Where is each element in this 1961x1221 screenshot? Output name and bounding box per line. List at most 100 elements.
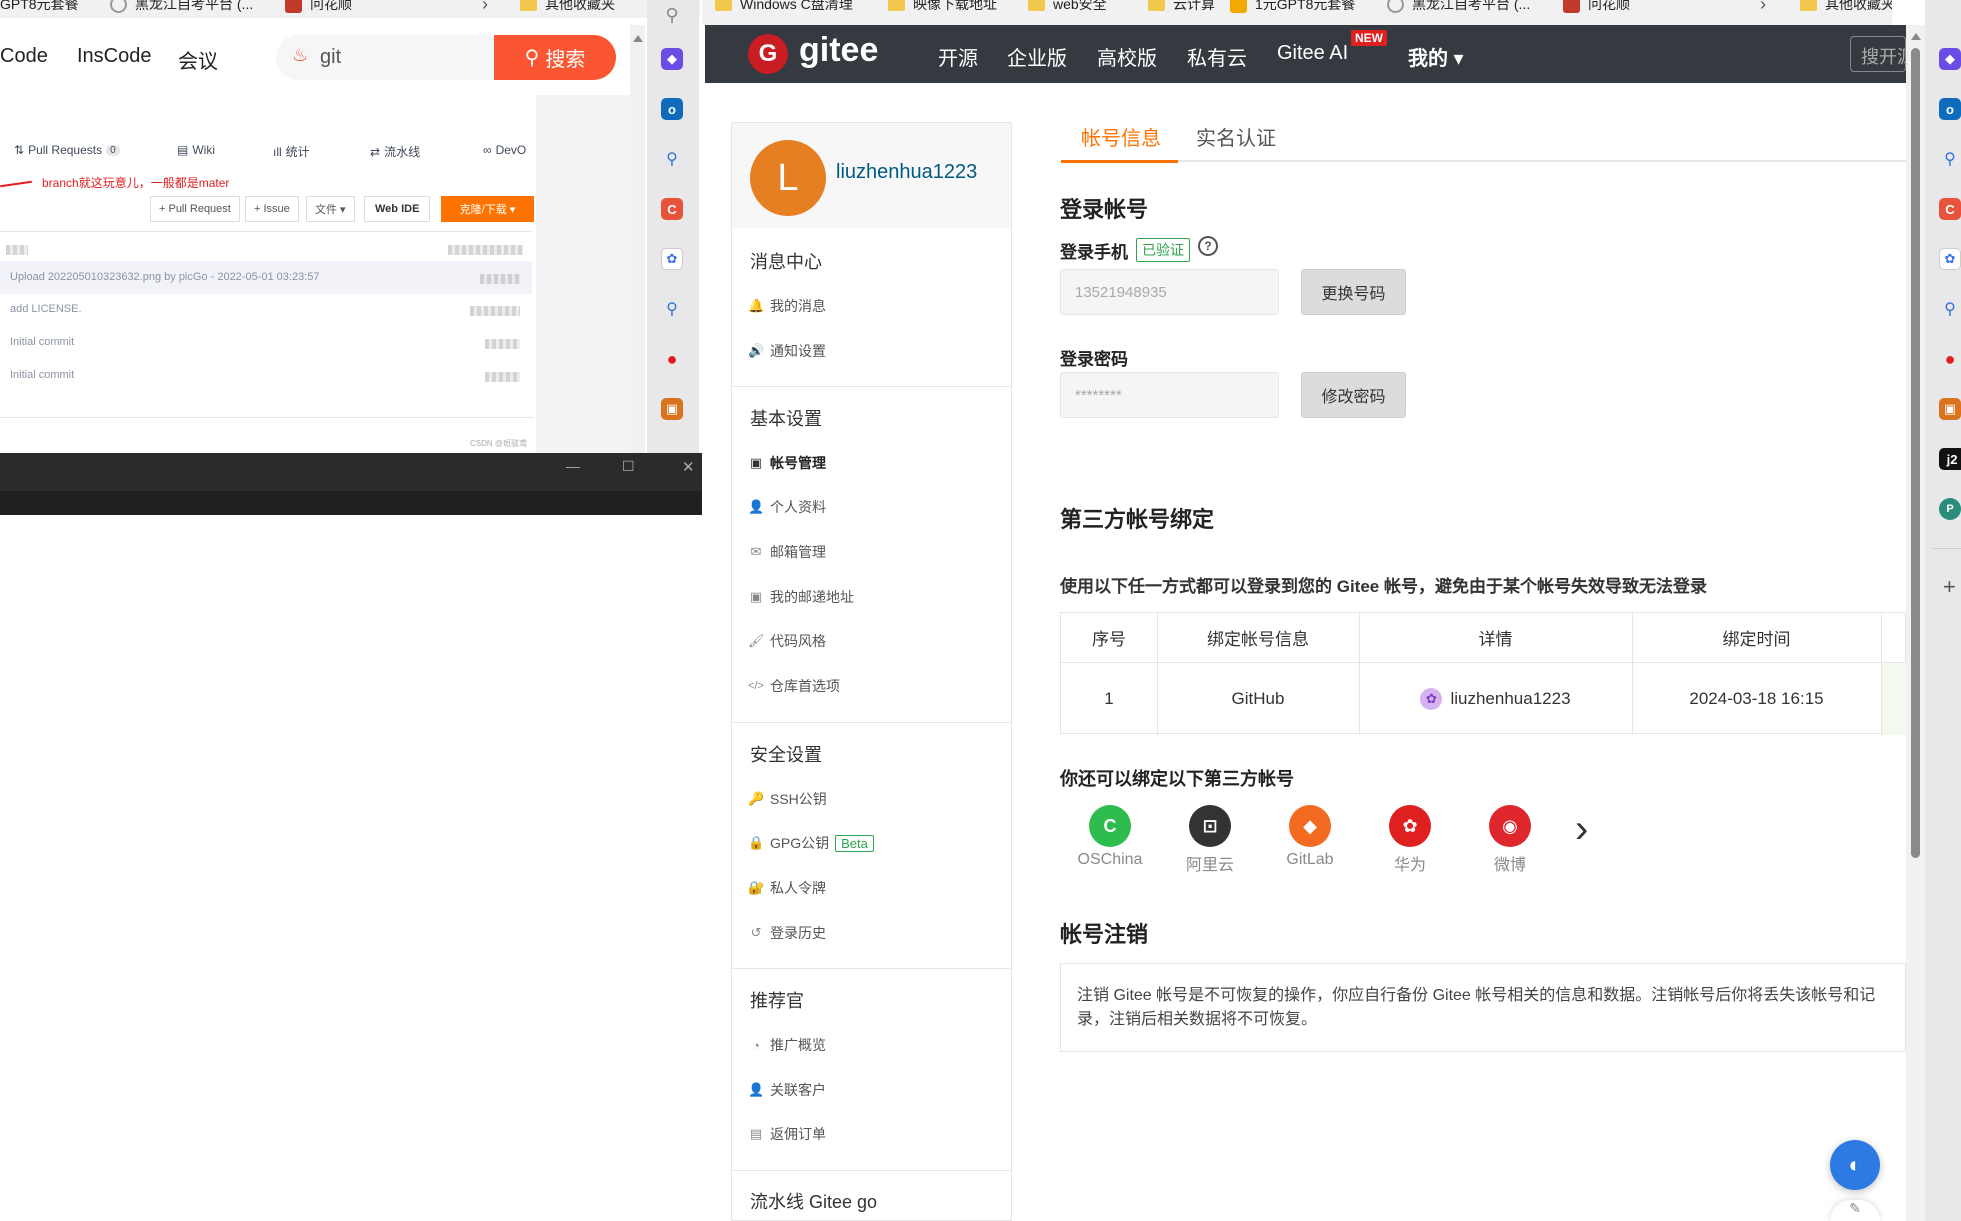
tab-real-name[interactable]: 实名认证 (1196, 122, 1276, 151)
commit-message[interactable]: Upload 202205010323632.png by picGo - 20… (10, 271, 319, 283)
bookmark-item[interactable]: 黑龙江自考平台 (... (1387, 0, 1530, 14)
sidebar-item-repo-prefs[interactable]: </> 仓库首选项 (748, 676, 840, 696)
web-ide-button[interactable]: Web IDE (364, 196, 431, 222)
commit-message[interactable]: Initial commit (10, 336, 74, 348)
outlook-icon[interactable]: o (661, 98, 683, 120)
change-phone-button[interactable]: 更换号码 (1301, 269, 1406, 315)
chat-help-icon[interactable]: ◐ (1830, 1140, 1880, 1190)
provider-aliyun[interactable]: ⊡ 阿里云 (1170, 805, 1250, 875)
bookmark-item[interactable]: 映像下载地址 (888, 0, 997, 14)
sidebar-item-code-style[interactable]: 🖌 代码风格 (748, 631, 826, 651)
file-dropdown[interactable]: 文件 ▾ (306, 196, 355, 222)
copilot-icon[interactable]: ◆ (1939, 48, 1961, 70)
sidebar-item-profile[interactable]: 👤 个人资料 (748, 497, 826, 517)
bookmark-item[interactable]: 其他收藏夹 (520, 0, 615, 14)
app-icon[interactable]: ▣ (1939, 398, 1961, 420)
nav-gitee-ai[interactable]: Gitee AI (1277, 42, 1348, 65)
commit-message[interactable]: Initial commit (10, 369, 74, 381)
new-pr-button[interactable]: + Pull Request (150, 196, 240, 222)
csdn-icon[interactable]: C (661, 198, 683, 220)
change-password-button[interactable]: 修改密码 (1301, 372, 1406, 418)
bookmark-item[interactable]: GPT8元套餐 (0, 0, 79, 14)
bookmark-item[interactable]: Windows C盘清理 (715, 0, 853, 14)
gitee-logo-text[interactable]: gitee (799, 31, 878, 70)
tab-devops[interactable]: ∞ DevO (483, 143, 526, 157)
sidebar-item-my-messages[interactable]: 🔔 我的消息 (748, 296, 826, 316)
nav-open-source[interactable]: 开源 (938, 42, 978, 71)
provider-gitlab[interactable]: ◆ GitLab (1270, 805, 1350, 869)
sidebar-item-promo-overview[interactable]: ◔ 推广概览 (748, 1035, 826, 1055)
bookmark-item[interactable]: 黑龙江自考平台 (... (110, 0, 253, 14)
nav-code[interactable]: Code (0, 45, 48, 68)
chevron-right-icon[interactable]: › (1760, 0, 1766, 15)
bookmark-item[interactable]: 其他收藏夹 (1800, 0, 1892, 14)
page-scrollbar[interactable] (1906, 25, 1925, 1221)
bookmark-item[interactable]: 问花顺 (1563, 0, 1630, 14)
copilot-icon[interactable]: ◆ (661, 48, 683, 70)
octopus-icon[interactable]: ● (1939, 348, 1961, 370)
tab-pull-requests[interactable]: ⇅ Pull Requests 0 (14, 143, 120, 157)
tool-icon[interactable]: ✿ (1939, 248, 1961, 270)
nav-mine-dropdown[interactable]: 我的 ▾ (1408, 42, 1464, 71)
nav-meeting[interactable]: 会议 (178, 45, 218, 74)
tab-stats[interactable]: ıll 统计 (273, 143, 310, 160)
tab-wiki[interactable]: ▤ Wiki (177, 143, 215, 157)
chevron-right-icon[interactable]: › (482, 0, 488, 15)
sidebar-item-login-history[interactable]: ↺ 登录历史 (748, 923, 826, 943)
table-cell-detail[interactable]: ✿ liuzhenhua1223 (1359, 663, 1632, 735)
clone-download-button[interactable]: 克隆/下载 ▾ (441, 196, 534, 222)
bookmark-item[interactable]: web安全 (1028, 0, 1107, 14)
octopus-icon[interactable]: ● (661, 348, 683, 370)
search-icon[interactable]: ⚲ (1939, 298, 1961, 320)
provider-weibo[interactable]: ◉ 微博 (1470, 805, 1550, 875)
sidebar-item-ssh-keys[interactable]: 🔑 SSH公钥 (748, 789, 827, 809)
new-issue-button[interactable]: + Issue (245, 196, 299, 222)
search-icon[interactable]: ⚲ (1939, 148, 1961, 170)
scrollbar-thumb[interactable] (1911, 48, 1920, 858)
nav-enterprise[interactable]: 企业版 (1007, 42, 1067, 71)
search-button[interactable]: ⚲ 搜索 (494, 35, 616, 80)
provider-huawei[interactable]: ✿ 华为 (1370, 805, 1450, 875)
nav-private-cloud[interactable]: 私有云 (1187, 42, 1247, 71)
scrollbar[interactable] (630, 25, 645, 453)
close-button[interactable]: ✕ (682, 458, 695, 476)
avatar[interactable]: L (750, 140, 826, 216)
j2-icon[interactable]: j2 (1939, 448, 1961, 470)
nav-education[interactable]: 高校版 (1097, 42, 1157, 71)
commit-message[interactable]: add LICENSE. (10, 303, 82, 315)
help-icon[interactable]: ? (1198, 236, 1218, 256)
tab-account-info[interactable]: 帐号信息 (1081, 122, 1161, 151)
tab-pipeline[interactable]: ⇄ 流水线 (370, 143, 420, 160)
add-icon[interactable]: + (1943, 574, 1956, 600)
bookmark-item[interactable]: 问花顺 (285, 0, 352, 14)
p-icon[interactable]: P (1939, 498, 1961, 520)
minimize-button[interactable]: — (566, 458, 580, 474)
sidebar-item-related-customers[interactable]: 👤 关联客户 (748, 1080, 826, 1100)
nav-inscode[interactable]: InsCode (77, 45, 152, 68)
provider-oschina[interactable]: C OSChina (1070, 805, 1150, 869)
sidebar-item-email[interactable]: ✉ 邮箱管理 (748, 542, 826, 562)
search-icon[interactable]: ⚲ (661, 148, 683, 170)
sidebar-item-notify-settings[interactable]: 🔊 通知设置 (748, 341, 826, 361)
search-icon[interactable]: ⚲ (661, 298, 683, 320)
gitee-search-input[interactable]: 搜开源 (1850, 36, 1906, 72)
app-icon[interactable]: ▣ (661, 398, 683, 420)
csdn-icon[interactable]: C (1939, 198, 1961, 220)
password-field[interactable]: ******** (1060, 372, 1279, 418)
search-input[interactable]: git (320, 46, 341, 69)
bookmark-item[interactable]: 云计算 (1148, 0, 1215, 14)
username-link[interactable]: liuzhenhua1223 (836, 161, 977, 184)
chevron-right-icon[interactable]: › (1575, 807, 1588, 852)
bookmark-item[interactable]: 1元GPT8元套餐 (1230, 0, 1355, 14)
phone-field[interactable]: 13521948935 (1060, 269, 1279, 315)
search-icon[interactable]: ⚲ (661, 4, 683, 26)
maximize-button[interactable]: ☐ (622, 458, 635, 475)
sidebar-item-rebate-orders[interactable]: ▤ 返佣订单 (748, 1124, 826, 1144)
gitee-logo-icon[interactable]: G (748, 34, 788, 74)
tool-icon[interactable]: ✿ (661, 248, 683, 270)
sidebar-item-address[interactable]: ▣ 我的邮递地址 (748, 587, 854, 607)
outlook-icon[interactable]: o (1939, 98, 1961, 120)
sidebar-item-gpg-keys[interactable]: 🔒 GPG公钥 Beta (748, 833, 874, 853)
sidebar-item-private-tokens[interactable]: 🔐 私人令牌 (748, 878, 826, 898)
sidebar-item-account-management[interactable]: ▣ 帐号管理 (748, 453, 826, 473)
